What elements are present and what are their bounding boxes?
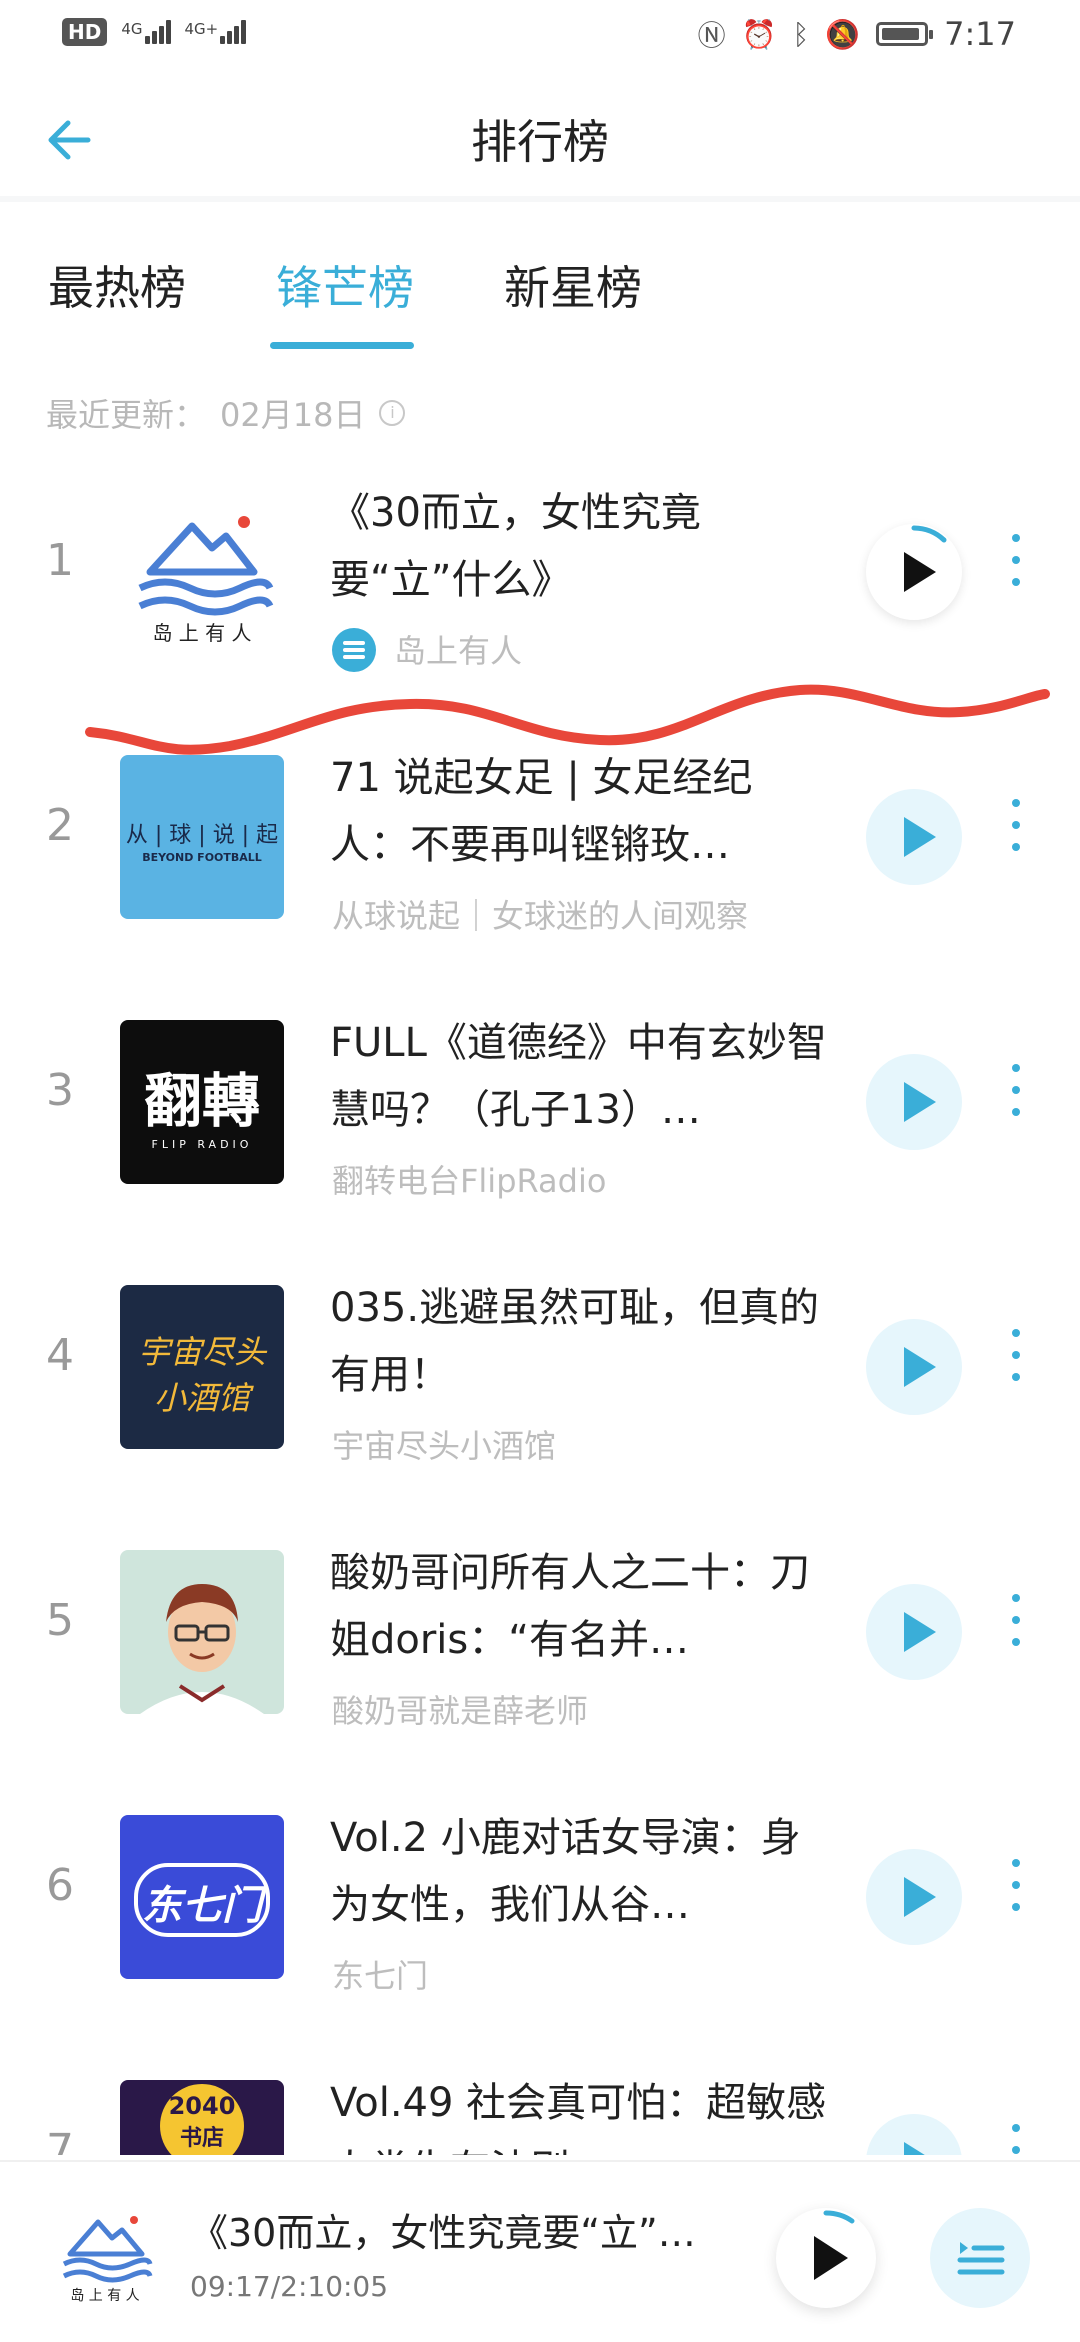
podcast-cover: 翻轉 FLIP RADIO — [120, 1020, 284, 1184]
list-item[interactable]: 3 翻轉 FLIP RADIO FULL《道德经》中有玄妙智慧吗？（孔子13）…… — [0, 970, 1080, 1235]
play-button[interactable] — [866, 1319, 962, 1415]
podcast-cover: 岛 上 有 人 — [120, 490, 284, 654]
playlist-button[interactable] — [930, 2208, 1030, 2308]
episode-title: 71 说起女足 | 女足经纪人：不要再叫铿锵玫… — [330, 755, 753, 868]
rank-number: 2 — [46, 800, 74, 851]
play-icon — [904, 817, 936, 857]
play-button[interactable] — [866, 1584, 962, 1680]
last-updated: 最近更新： 02月18日 i — [46, 390, 406, 436]
status-left: HD 4G 4G+ — [62, 18, 247, 46]
tab-sharpest[interactable]: 锋芒榜 — [276, 252, 414, 318]
cover-label: 岛 上 有 人 — [152, 621, 251, 645]
rank-number: 6 — [46, 1860, 74, 1911]
podcast-name: 翻转电台FlipRadio — [332, 1162, 607, 1200]
play-icon — [904, 1877, 936, 1917]
podcast-cover — [120, 1550, 284, 1714]
header: 排行榜 — [0, 76, 1080, 202]
list-item[interactable]: 7 2040 书店 Vol.49 社会真可怕：超敏感人类生存法则 — [0, 2030, 1080, 2155]
more-options-button[interactable] — [1004, 1594, 1028, 1670]
play-icon — [814, 2236, 848, 2280]
list-item[interactable]: 1 岛 上 有 人 《30而立，女性究竟要“立”什么》 岛上有人 — [0, 440, 1080, 705]
podcast-name: 酸奶哥就是薛老师 — [332, 1692, 589, 1730]
hd-badge: HD — [62, 18, 108, 46]
status-bar: HD 4G 4G+ Ⓝ ⏰ ᛒ 🔕 7:17 — [0, 0, 1080, 76]
play-icon — [904, 1612, 936, 1652]
page-title: 排行榜 — [471, 115, 609, 169]
more-options-button[interactable] — [1004, 799, 1028, 875]
player-cover-label: 岛 上 有 人 — [70, 2288, 139, 2304]
updated-label: 最近更新： — [46, 396, 207, 434]
play-icon — [904, 1082, 936, 1122]
player-play-button[interactable] — [776, 2208, 876, 2308]
play-icon — [904, 2142, 936, 2155]
play-icon — [904, 552, 936, 592]
active-tab-indicator — [270, 342, 414, 349]
playlist-icon — [957, 2242, 1005, 2275]
list-item[interactable]: 5 酸奶哥问所有人之二十：刀姐doris：“有名并… 酸奶哥就是薛老师 — [0, 1500, 1080, 1765]
more-options-button[interactable] — [1004, 534, 1028, 610]
podcast-cover: 2040 书店 — [120, 2080, 284, 2155]
rank-number: 3 — [46, 1065, 74, 1116]
more-options-button[interactable] — [1004, 1859, 1028, 1935]
list-item[interactable]: 2 从 | 球 | 说 | 起 BEYOND FOOTBALL 71 说起女足 … — [0, 705, 1080, 970]
avatar-illustration — [140, 1584, 264, 1714]
rank-number: 4 — [46, 1330, 74, 1381]
rank-number: 7 — [46, 2125, 74, 2155]
updated-date: 02月18日 — [220, 396, 366, 434]
podcast-name: 岛上有人 — [332, 626, 914, 672]
episode-title: 035.逃避虽然可耻，但真的有用！ — [330, 1285, 820, 1398]
player-cover: 岛 上 有 人 — [50, 2198, 160, 2308]
more-options-button[interactable] — [1004, 1064, 1028, 1140]
status-right: Ⓝ ⏰ ᛒ 🔕 7:17 — [698, 14, 1016, 54]
list-item[interactable]: 4 宇宙尽头 小酒馆 035.逃避虽然可耻，但真的有用！ 宇宙尽头小酒馆 — [0, 1235, 1080, 1500]
tab-hottest[interactable]: 最热榜 — [48, 252, 186, 318]
play-button[interactable] — [866, 789, 962, 885]
podcast-name: 东七门 — [332, 1957, 429, 1995]
signal-1-icon: 4G — [121, 20, 171, 44]
episode-title: Vol.2 小鹿对话女导演：身为女性，我们从谷… — [330, 1815, 801, 1928]
rank-number: 5 — [46, 1595, 74, 1646]
podcast-name: 宇宙尽头小酒馆 — [332, 1427, 557, 1465]
tab-new-stars[interactable]: 新星榜 — [504, 252, 642, 318]
rank-number: 1 — [46, 535, 74, 586]
bluetooth-icon: ᛒ — [792, 17, 810, 51]
episode-title: FULL《道德经》中有玄妙智慧吗？（孔子13）… — [330, 1020, 827, 1133]
episode-title: 酸奶哥问所有人之二十：刀姐doris：“有名并… — [330, 1550, 810, 1663]
more-options-button[interactable] — [1004, 1329, 1028, 1405]
list-item[interactable]: 6 东七门 Vol.2 小鹿对话女导演：身为女性，我们从谷… 东七门 — [0, 1765, 1080, 2030]
podcast-cover: 宇宙尽头 小酒馆 — [120, 1285, 284, 1449]
battery-icon — [876, 22, 934, 46]
play-icon — [904, 1347, 936, 1387]
podcast-cover: 东七门 — [120, 1815, 284, 1979]
mini-player[interactable]: 岛 上 有 人 《30而立，女性究竟要“立”… 09:17/2:10:05 — [0, 2160, 1080, 2342]
nfc-icon: Ⓝ — [697, 19, 726, 52]
status-time: 7:17 — [944, 15, 1016, 53]
mute-icon: 🔕 — [825, 17, 861, 51]
play-button[interactable] — [866, 524, 962, 620]
play-button[interactable] — [866, 2114, 962, 2155]
podcast-name: 从球说起｜女球迷的人间观察 — [332, 897, 749, 935]
play-button[interactable] — [866, 1849, 962, 1945]
episode-title: Vol.49 社会真可怕：超敏感人类生存法则 — [330, 2080, 827, 2155]
more-options-button[interactable] — [1004, 2124, 1028, 2155]
playlist-badge-icon — [332, 628, 376, 672]
player-time: 09:17/2:10:05 — [190, 2270, 389, 2303]
play-button[interactable] — [866, 1054, 962, 1150]
player-title: 《30而立，女性究竟要“立”… — [190, 2211, 696, 2255]
tab-bar: 最热榜 锋芒榜 新星榜 — [0, 230, 1080, 350]
info-icon[interactable]: i — [379, 400, 406, 426]
signal-2-icon: 4G+ — [185, 20, 247, 44]
episode-title: 《30而立，女性究竟要“立”什么》 — [330, 490, 701, 603]
podcast-cover: 从 | 球 | 说 | 起 BEYOND FOOTBALL — [120, 755, 284, 919]
alarm-icon: ⏰ — [741, 17, 777, 51]
